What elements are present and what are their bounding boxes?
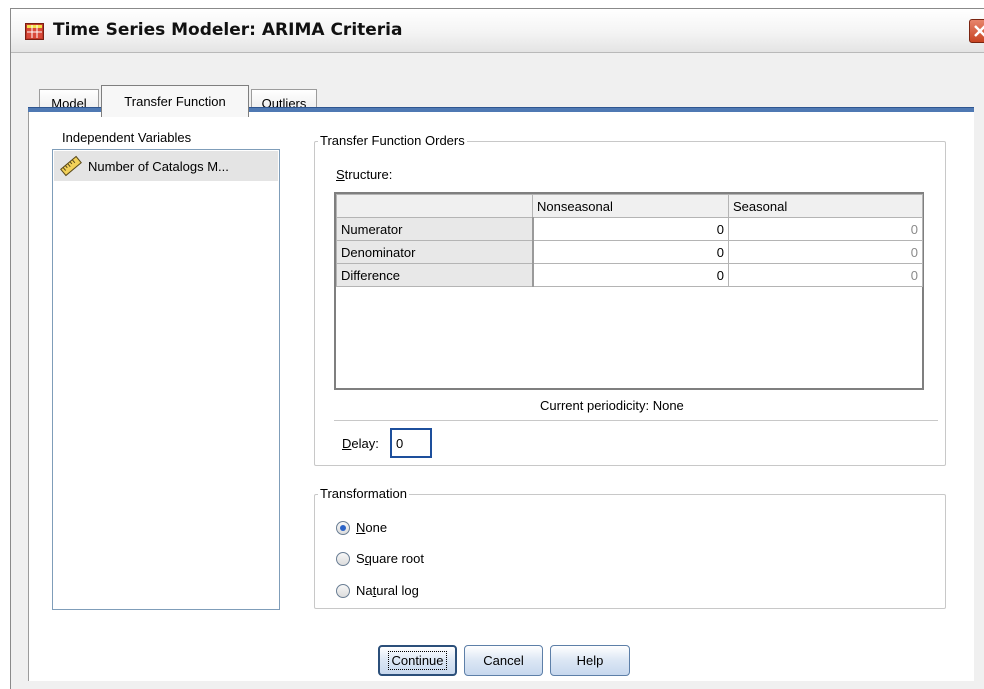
- radio-unchecked-icon[interactable]: [336, 551, 350, 566]
- table-row: Difference 0 0: [336, 263, 923, 287]
- structure-table: Nonseasonal Seasonal Numerator 0 0 Denom…: [336, 194, 923, 287]
- table-row: Denominator 0 0: [336, 240, 923, 264]
- delay-input[interactable]: 0: [390, 428, 432, 458]
- independent-variables-label: Independent Variables: [62, 130, 192, 145]
- delay-label-rest: elay:: [351, 436, 379, 451]
- column-header-nonseasonal: Nonseasonal: [532, 194, 729, 218]
- column-header-seasonal: Seasonal: [728, 194, 923, 218]
- structure-grid[interactable]: Nonseasonal Seasonal Numerator 0 0 Denom…: [334, 192, 924, 390]
- app-grid-icon: [25, 23, 44, 40]
- radio-checked-icon[interactable]: [336, 520, 350, 535]
- row-header-denominator: Denominator: [336, 240, 534, 264]
- list-item[interactable]: Number of Catalogs M...: [54, 151, 278, 181]
- title-bar: Time Series Modeler: ARIMA Criteria: [11, 9, 984, 53]
- continue-button-label: Continue: [388, 651, 447, 670]
- column-header-blank: [336, 194, 533, 218]
- denominator-nonseasonal-cell[interactable]: 0: [532, 240, 729, 264]
- row-header-numerator: Numerator: [336, 217, 534, 241]
- help-button-label: Help: [576, 653, 604, 668]
- radio-unchecked-icon[interactable]: [336, 583, 350, 598]
- table-header-row: Nonseasonal Seasonal: [336, 194, 923, 218]
- radio-square-root-label: Square root: [356, 551, 424, 566]
- radio-natural-log[interactable]: Natural log: [336, 583, 419, 598]
- delay-separator: [334, 420, 938, 421]
- variable-label: Number of Catalogs M...: [88, 158, 229, 174]
- structure-label: Structure:: [336, 167, 393, 182]
- close-icon[interactable]: [969, 19, 984, 43]
- table-row: Numerator 0 0: [336, 217, 923, 241]
- denominator-seasonal-cell[interactable]: 0: [728, 240, 923, 264]
- radio-square-root[interactable]: Square root: [336, 551, 424, 566]
- tab-transfer-function[interactable]: Transfer Function: [101, 85, 249, 117]
- scale-ruler-icon: [60, 155, 82, 177]
- tab-transfer-function-label: Transfer Function: [124, 94, 226, 109]
- periodicity-text: Current periodicity: None: [540, 398, 684, 413]
- row-header-difference: Difference: [336, 263, 534, 287]
- transfer-function-orders-title: Transfer Function Orders: [318, 133, 467, 148]
- structure-label-rest: tructure:: [344, 167, 393, 182]
- difference-nonseasonal-cell[interactable]: 0: [532, 263, 729, 287]
- radio-natural-log-label: Natural log: [356, 583, 419, 598]
- help-button[interactable]: Help: [550, 645, 630, 676]
- cancel-button[interactable]: Cancel: [464, 645, 543, 676]
- transformation-title: Transformation: [318, 486, 409, 501]
- radio-none[interactable]: None: [336, 520, 387, 535]
- radio-none-label: None: [356, 520, 388, 535]
- numerator-nonseasonal-cell[interactable]: 0: [532, 217, 729, 241]
- cancel-button-label: Cancel: [483, 653, 524, 668]
- delay-label: Delay:: [342, 436, 379, 451]
- numerator-seasonal-cell[interactable]: 0: [728, 217, 923, 241]
- continue-button[interactable]: Continue: [378, 645, 457, 676]
- window-title: Time Series Modeler: ARIMA Criteria: [53, 20, 403, 40]
- independent-variables-list[interactable]: Number of Catalogs M...: [52, 149, 280, 610]
- difference-seasonal-cell[interactable]: 0: [728, 263, 923, 287]
